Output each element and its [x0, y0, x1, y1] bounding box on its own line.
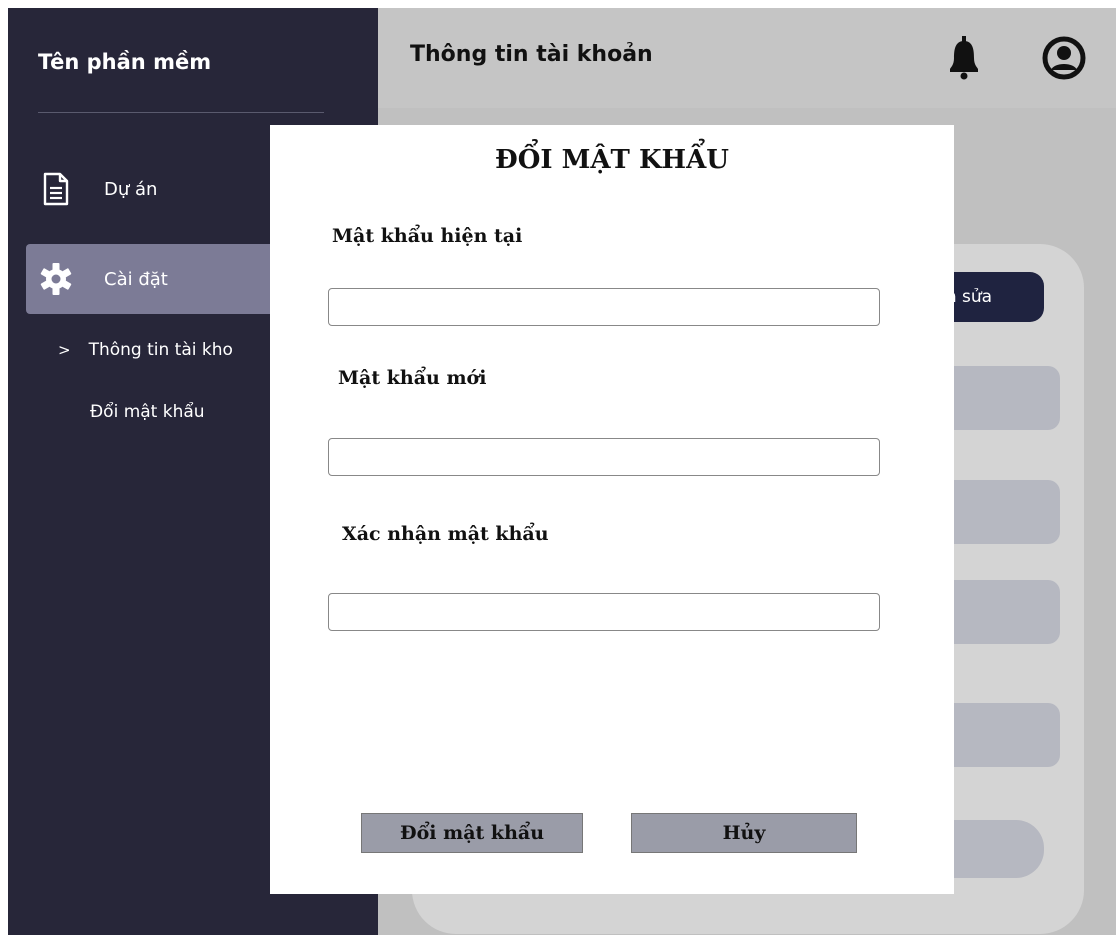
gear-icon	[38, 261, 74, 297]
user-icon[interactable]	[1042, 36, 1086, 84]
sidebar-divider	[38, 112, 324, 113]
document-icon	[38, 171, 74, 207]
cancel-button[interactable]: Hủy	[631, 813, 857, 853]
modal-title: ĐỔI MẬT KHẨU	[495, 145, 729, 175]
app-name: Tên phần mềm	[38, 50, 212, 74]
bell-icon[interactable]	[948, 36, 980, 84]
confirm-password-label: Xác nhận mật khẩu	[342, 523, 549, 545]
current-password-label: Mật khẩu hiện tại	[332, 225, 523, 247]
new-password-label: Mật khẩu mới	[338, 367, 487, 389]
current-password-input[interactable]	[328, 288, 880, 326]
new-password-input[interactable]	[328, 438, 880, 476]
sidebar-subitem-label: Đổi mật khẩu	[90, 402, 205, 422]
change-password-modal: ĐỔI MẬT KHẨU Mật khẩu hiện tại Mật khẩu …	[270, 125, 954, 894]
sidebar-item-label: Dự án	[104, 178, 158, 200]
chevron-right-icon: >	[58, 341, 71, 359]
confirm-password-input[interactable]	[328, 593, 880, 631]
change-password-button[interactable]: Đổi mật khẩu	[361, 813, 583, 853]
top-header: Thông tin tài khoản	[378, 8, 1116, 108]
sidebar-subitem-label: Thông tin tài kho	[88, 340, 233, 360]
sidebar-item-label: Cài đặt	[104, 268, 168, 290]
app-window: Tên phần mềm Dự án Cài đặt > Thông tin t…	[8, 8, 1116, 935]
sidebar-subitem-account-info[interactable]: > Thông tin tài kho	[58, 340, 233, 360]
sidebar-subitem-change-password[interactable]: Đổi mật khẩu	[90, 402, 205, 422]
page-title: Thông tin tài khoản	[410, 42, 653, 67]
